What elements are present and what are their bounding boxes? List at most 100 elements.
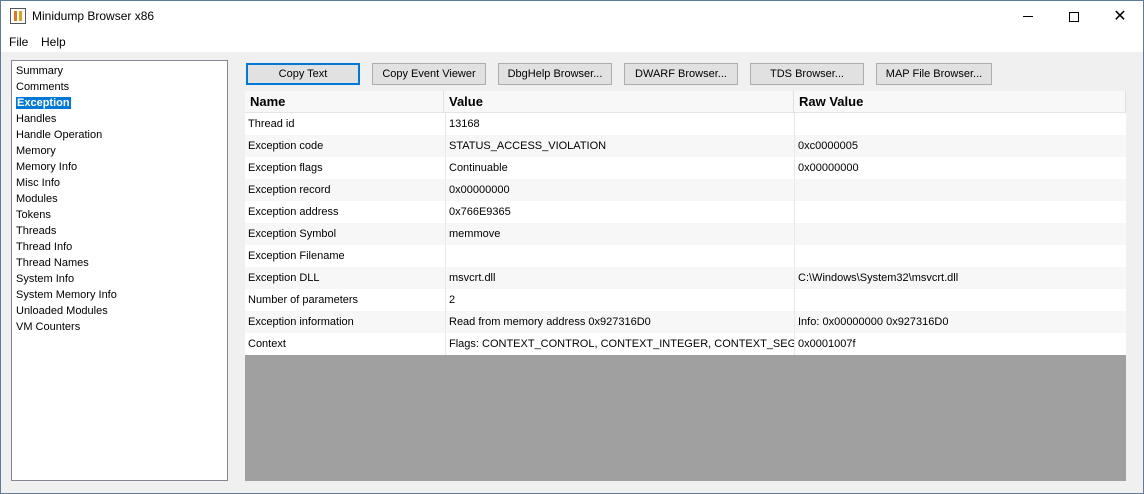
sidebar-item-label: Misc Info xyxy=(16,177,61,189)
menu-bar: File Help xyxy=(1,32,1143,52)
sidebar-item[interactable]: System Info xyxy=(12,271,227,287)
table-row[interactable]: Exception address 0x766E9365 xyxy=(245,201,1126,223)
cell-value: Flags: CONTEXT_CONTROL, CONTEXT_INTEGER,… xyxy=(445,333,794,355)
cell-raw-value xyxy=(794,201,1126,223)
sidebar-item-label: Thread Names xyxy=(16,257,89,269)
cell-name: Exception DLL xyxy=(248,272,320,284)
sidebar-item[interactable]: Tokens xyxy=(12,207,227,223)
column-header-name[interactable]: Name xyxy=(245,91,444,113)
table-row[interactable]: Exception Filename xyxy=(245,245,1126,267)
cell-raw-value xyxy=(794,179,1126,201)
sidebar-item[interactable]: Thread Names xyxy=(12,255,227,271)
sidebar-item[interactable]: VM Counters xyxy=(12,319,227,335)
cell-name: Exception Symbol xyxy=(248,228,337,240)
sidebar-item-label: Handles xyxy=(16,113,57,125)
table-row[interactable]: Exception DLL msvcrt.dll C:\Windows\System… xyxy=(245,267,1126,289)
minimize-icon xyxy=(1023,16,1033,17)
dwarf-browser-button[interactable]: DWARF Browser... xyxy=(624,63,738,85)
sidebar-item[interactable]: Memory xyxy=(12,143,227,159)
cell-raw-value xyxy=(794,245,1126,267)
sidebar-item-label: Tokens xyxy=(16,209,51,221)
sidebar-item-label: Exception xyxy=(16,97,71,109)
table-row[interactable]: Exception Symbol memmove xyxy=(245,223,1126,245)
app-icon xyxy=(10,8,26,24)
table-row[interactable]: Thread id 13168 xyxy=(245,113,1126,135)
cell-value: 0x00000000 xyxy=(445,179,794,201)
cell-name: Exception Filename xyxy=(248,250,345,262)
cell-name: Exception address xyxy=(248,206,339,218)
sidebar-item[interactable]: Misc Info xyxy=(12,175,227,191)
sidebar-item[interactable]: Modules xyxy=(12,191,227,207)
copy-event-viewer-button[interactable]: Copy Event Viewer xyxy=(372,63,486,85)
exception-grid[interactable]: Name Value Raw Value Thread id 13168 Excep… xyxy=(245,91,1126,481)
cell-value: msvcrt.dll xyxy=(445,267,794,289)
close-icon: ✕ xyxy=(1113,7,1127,25)
column-header-value[interactable]: Value xyxy=(444,91,794,113)
cell-name: Exception record xyxy=(248,184,331,196)
cell-name: Context xyxy=(248,338,286,350)
cell-name: Exception code xyxy=(248,140,324,152)
cell-value: Read from memory address 0x927316D0 xyxy=(445,311,794,333)
cell-value: memmove xyxy=(445,223,794,245)
section-list[interactable]: Summary Comments Exception Handles Handle Op… xyxy=(11,60,228,481)
grid-body: Thread id 13168 Exception code STATUS_ACCES… xyxy=(245,113,1126,355)
sidebar-item-label: Handle Operation xyxy=(16,129,103,141)
sidebar-item-label: Summary xyxy=(16,65,64,77)
cell-value xyxy=(445,245,794,267)
sidebar-item[interactable]: System Memory Info xyxy=(12,287,227,303)
cell-name: Exception information xyxy=(248,316,354,328)
sidebar-item[interactable]: Handles xyxy=(12,111,227,127)
minimize-button[interactable] xyxy=(1005,1,1051,32)
cell-name: Exception flags xyxy=(248,162,323,174)
sidebar-item-label: Comments xyxy=(16,81,70,93)
table-row[interactable]: Number of parameters 2 xyxy=(245,289,1126,311)
maximize-button[interactable] xyxy=(1051,1,1097,32)
cell-raw-value: 0x0001007f xyxy=(794,333,1126,355)
table-row[interactable]: Exception flags Continuable 0x00000000 xyxy=(245,157,1126,179)
cell-name: Number of parameters xyxy=(248,294,359,306)
cell-raw-value xyxy=(794,113,1126,135)
title-bar[interactable]: Minidump Browser x86 ✕ xyxy=(1,1,1143,32)
menu-file[interactable]: File xyxy=(9,35,28,49)
cell-raw-value: C:\Windows\System32\msvcrt.dll xyxy=(794,267,1126,289)
cell-raw-value xyxy=(794,289,1126,311)
cell-value: 13168 xyxy=(445,113,794,135)
cell-raw-value: 0xc0000005 xyxy=(794,135,1126,157)
sidebar-item[interactable]: Summary xyxy=(12,63,227,79)
sidebar-item-label: Modules xyxy=(16,193,58,205)
cell-value: STATUS_ACCESS_VIOLATION xyxy=(445,135,794,157)
cell-raw-value: Info: 0x00000000 0x927316D0 xyxy=(794,311,1126,333)
table-row[interactable]: Exception code STATUS_ACCESS_VIOLATION 0xc… xyxy=(245,135,1126,157)
sidebar-item[interactable]: Memory Info xyxy=(12,159,227,175)
cell-value: 0x766E9365 xyxy=(445,201,794,223)
table-row[interactable]: Context Flags: CONTEXT_CONTROL, CONTEXT_I… xyxy=(245,333,1126,355)
cell-raw-value xyxy=(794,223,1126,245)
sidebar-item-label: Thread Info xyxy=(16,241,73,253)
maximize-icon xyxy=(1069,11,1079,22)
sidebar-item-label: System Memory Info xyxy=(16,289,117,301)
cell-value: Continuable xyxy=(445,157,794,179)
sidebar-item[interactable]: Unloaded Modules xyxy=(12,303,227,319)
sidebar-item-label: Memory Info xyxy=(16,161,78,173)
sidebar-item[interactable]: Exception xyxy=(12,95,227,111)
sidebar-item[interactable]: Thread Info xyxy=(12,239,227,255)
table-row[interactable]: Exception record 0x00000000 xyxy=(245,179,1126,201)
grid-header: Name Value Raw Value xyxy=(245,91,1126,113)
sidebar-item[interactable]: Comments xyxy=(12,79,227,95)
cell-value: 2 xyxy=(445,289,794,311)
sidebar-item[interactable]: Threads xyxy=(12,223,227,239)
app-window: Minidump Browser x86 ✕ File Help Summary… xyxy=(0,0,1144,494)
table-row[interactable]: Exception information Read from memory ad… xyxy=(245,311,1126,333)
tds-browser-button[interactable]: TDS Browser... xyxy=(750,63,864,85)
menu-help[interactable]: Help xyxy=(41,35,66,49)
sidebar-item-label: Unloaded Modules xyxy=(16,305,108,317)
cell-raw-value: 0x00000000 xyxy=(794,157,1126,179)
dbghelp-browser-button[interactable]: DbgHelp Browser... xyxy=(498,63,612,85)
window-title: Minidump Browser x86 xyxy=(32,9,155,23)
column-header-raw-value[interactable]: Raw Value xyxy=(794,91,1126,113)
close-button[interactable]: ✕ xyxy=(1097,1,1143,32)
map-file-browser-button[interactable]: MAP File Browser... xyxy=(876,63,992,85)
sidebar-item[interactable]: Handle Operation xyxy=(12,127,227,143)
sidebar-item-label: VM Counters xyxy=(16,321,81,333)
copy-text-button[interactable]: Copy Text xyxy=(246,63,360,85)
